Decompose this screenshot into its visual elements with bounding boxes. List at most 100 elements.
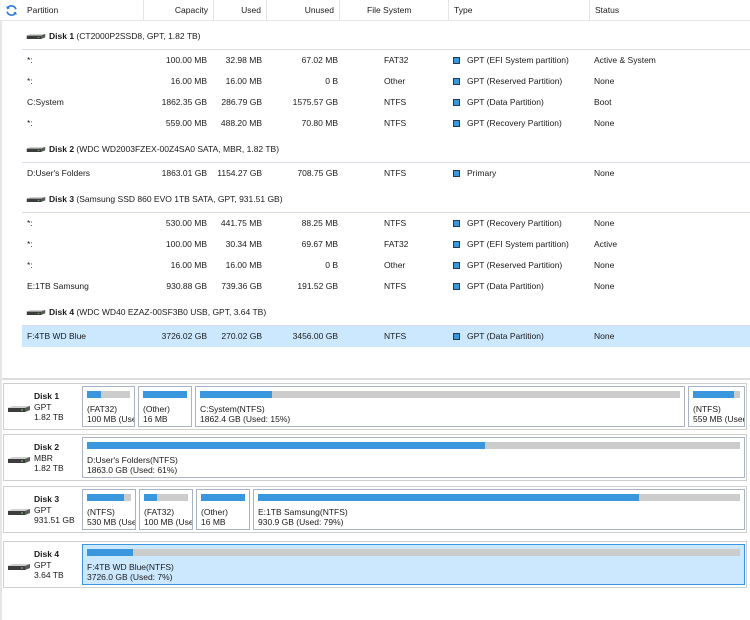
partition-block-label: (Other) xyxy=(143,404,170,414)
partition-capacity: 1863.01 GB xyxy=(161,168,207,178)
hard-disk-icon xyxy=(26,34,46,39)
hard-disk-icon xyxy=(8,457,30,463)
partition-block[interactable]: E:1TB Samsung(NTFS) 930.9 GB (Used: 79%) xyxy=(253,489,745,530)
usage-bar xyxy=(693,391,740,398)
partition-type-square-icon xyxy=(453,78,460,85)
disk-info[interactable]: Disk 3 GPT 931.51 GB xyxy=(4,487,82,532)
column-header-used[interactable]: Used xyxy=(214,0,267,21)
partition-capacity: 16.00 MB xyxy=(170,260,207,270)
pane-splitter[interactable] xyxy=(2,378,750,380)
disk-info[interactable]: Disk 1 GPT 1.82 TB xyxy=(4,384,82,429)
partition-type: Primary xyxy=(453,163,496,184)
usage-bar-fill xyxy=(87,494,124,501)
partition-block-label: C:System(NTFS) xyxy=(200,404,265,414)
partition-file-system: FAT32 xyxy=(384,239,409,249)
partition-type-square-icon xyxy=(453,57,460,64)
partition-used: 270.02 GB xyxy=(221,331,262,341)
disk-group-header[interactable]: Disk 4 (WDC WD40 EZAZ-00SF3B0 USB, GPT, … xyxy=(22,297,750,326)
partition-status: None xyxy=(594,118,615,128)
disk-name: Disk 4 xyxy=(49,307,75,317)
usage-bar-fill xyxy=(144,494,158,501)
partition-row[interactable]: *: 100.00 MB 32.98 MB 67.02 MB FAT32 GPT (EFI… xyxy=(22,50,750,71)
partition-row[interactable]: *: 559.00 MB 488.20 MB 70.80 MB NTFS GPT (Rec… xyxy=(22,113,750,134)
disk-map-card[interactable]: Disk 1GPT1.82 TB(FAT32)100 MB (Used: 33%… xyxy=(3,383,747,430)
partition-row[interactable]: *: 530.00 MB 441.75 MB 88.25 MB NTFS GPT (Rec… xyxy=(22,213,750,234)
partition-type-square-icon xyxy=(453,241,460,248)
refresh-icon[interactable] xyxy=(5,4,18,17)
hard-disk-icon xyxy=(26,197,46,202)
partition-block-label: (Other) xyxy=(201,507,228,517)
partition-block[interactable]: F:4TB WD Blue(NTFS) 3726.0 GB (Used: 7%) xyxy=(82,544,745,585)
partition-row[interactable]: D:User's Folders 1863.01 GB 1154.27 GB 708.… xyxy=(22,163,750,184)
disk-info[interactable]: Disk 4 GPT 3.64 TB xyxy=(4,542,82,587)
partition-block[interactable]: (Other) 16 MB xyxy=(138,386,192,427)
partition-row[interactable]: E:1TB Samsung 930.88 GB 739.36 GB 191.52 GB… xyxy=(22,276,750,297)
partition-used: 16.00 MB xyxy=(225,76,262,86)
partition-file-system: NTFS xyxy=(384,281,407,291)
disk-map-card[interactable]: Disk 3GPT931.51 GB(NTFS)530 MB (Used: 83… xyxy=(3,486,747,533)
usage-bar xyxy=(201,494,245,501)
usage-bar-fill xyxy=(87,391,102,398)
usage-bar-fill xyxy=(200,391,272,398)
partition-row[interactable]: C:System 1862.35 GB 286.79 GB 1575.57 GB NTF… xyxy=(22,92,750,113)
partition-status: None xyxy=(594,218,615,228)
partition-block[interactable]: (FAT32)100 MB (Used: 33%) xyxy=(82,386,135,427)
partition-capacity: 100.00 MB xyxy=(165,239,207,249)
disk-group-header[interactable]: Disk 3 (Samsung SSD 860 EVO 1TB SATA, GP… xyxy=(22,184,750,213)
disk-title: Disk 2 (WDC WD2003FZEX-00Z4SA0 SATA, MBR… xyxy=(49,144,279,154)
usage-bar-fill xyxy=(87,442,486,449)
partition-status: None xyxy=(594,281,615,291)
column-header-unused[interactable]: Unused xyxy=(267,0,340,21)
partition-row[interactable]: *: 100.00 MB 30.34 MB 69.67 MB FAT32 GPT (EFI… xyxy=(22,234,750,255)
disk-map-card[interactable]: Disk 2 MBR 1.82 TB D:User's Folders(NTFS) 18… xyxy=(3,434,747,481)
partition-unused: 3456.00 GB xyxy=(292,331,338,341)
partition-type-label: GPT (Recovery Partition) xyxy=(467,118,562,128)
partition-block[interactable]: (FAT32)100 MB (Used: 30%) xyxy=(139,489,193,530)
partition-capacity: 1862.35 GB xyxy=(161,97,207,107)
column-header-partition[interactable]: Partition xyxy=(22,0,144,21)
partition-block-usage: 1862.4 GB (Used: 15%) xyxy=(200,414,291,424)
disk-group-header[interactable]: Disk 1 (CT2000P2SSD8, GPT, 1.82 TB) xyxy=(22,21,750,50)
partition-type-label: GPT (Reserved Partition) xyxy=(467,260,563,270)
partition-name: *: xyxy=(27,55,33,65)
partition-block[interactable]: D:User's Folders(NTFS) 1863.0 GB (Used: 6… xyxy=(82,437,745,478)
partition-type-label: GPT (Data Partition) xyxy=(467,331,544,341)
partition-unused: 191.52 GB xyxy=(297,281,338,291)
disk-name: Disk 3 xyxy=(49,194,75,204)
partition-row[interactable]: *: 16.00 MB 16.00 MB 0 B Other GPT (Reserved … xyxy=(22,255,750,276)
partition-unused: 88.25 MB xyxy=(301,218,338,228)
disk-map-name: Disk 3 xyxy=(34,494,60,504)
partition-used: 441.75 MB xyxy=(220,218,262,228)
usage-bar xyxy=(87,549,740,556)
partition-table-header: Partition Capacity Used Unused File Syst… xyxy=(0,0,750,21)
disk-map-name: Disk 1 xyxy=(34,391,60,401)
partition-used: 488.20 MB xyxy=(220,118,262,128)
partition-row[interactable]: F:4TB WD Blue 3726.02 GB 270.02 GB 3456.00 … xyxy=(22,326,750,347)
partition-capacity: 16.00 MB xyxy=(170,76,207,86)
disk-info[interactable]: Disk 2 MBR 1.82 TB xyxy=(4,435,82,480)
column-header-file-system[interactable]: File System xyxy=(340,0,449,21)
partition-row[interactable]: *: 16.00 MB 16.00 MB 0 B Other GPT (Reserved … xyxy=(22,71,750,92)
column-header-capacity[interactable]: Capacity xyxy=(144,0,214,21)
partition-capacity: 100.00 MB xyxy=(165,55,207,65)
column-header-type[interactable]: Type xyxy=(449,0,590,21)
partition-name: *: xyxy=(27,239,33,249)
partition-type: GPT (Reserved Partition) xyxy=(453,71,562,92)
disk-size: 3.64 TB xyxy=(34,570,64,580)
disk-details: (Samsung SSD 860 EVO 1TB SATA, GPT, 931.… xyxy=(76,194,283,204)
partition-block-label: (FAT32) xyxy=(87,404,118,414)
partition-unused: 0 B xyxy=(325,260,338,270)
partition-block-usage: 100 MB (Used: 33%) xyxy=(87,414,134,424)
partition-block[interactable]: C:System(NTFS) 1862.4 GB (Used: 15%) xyxy=(195,386,685,427)
partition-block[interactable]: (Other) 16 MB xyxy=(196,489,250,530)
partition-type-label: GPT (Data Partition) xyxy=(467,97,544,107)
partition-file-system: Other xyxy=(384,260,406,270)
partition-used: 16.00 MB xyxy=(225,260,262,270)
partition-block[interactable]: (NTFS)530 MB (Used: 83%) xyxy=(82,489,136,530)
partition-block[interactable]: (NTFS)559 MB (Used: 87%) xyxy=(688,386,745,427)
disk-group-header[interactable]: Disk 2 (WDC WD2003FZEX-00Z4SA0 SATA, MBR… xyxy=(22,134,750,163)
disk-map-card[interactable]: Disk 4 GPT 3.64 TB F:4TB WD Blue(NTFS) 3726.… xyxy=(3,541,747,588)
partition-type: GPT (Reserved Partition) xyxy=(453,255,562,276)
column-header-status[interactable]: Status xyxy=(590,0,750,21)
partition-name: C:System xyxy=(27,97,64,107)
